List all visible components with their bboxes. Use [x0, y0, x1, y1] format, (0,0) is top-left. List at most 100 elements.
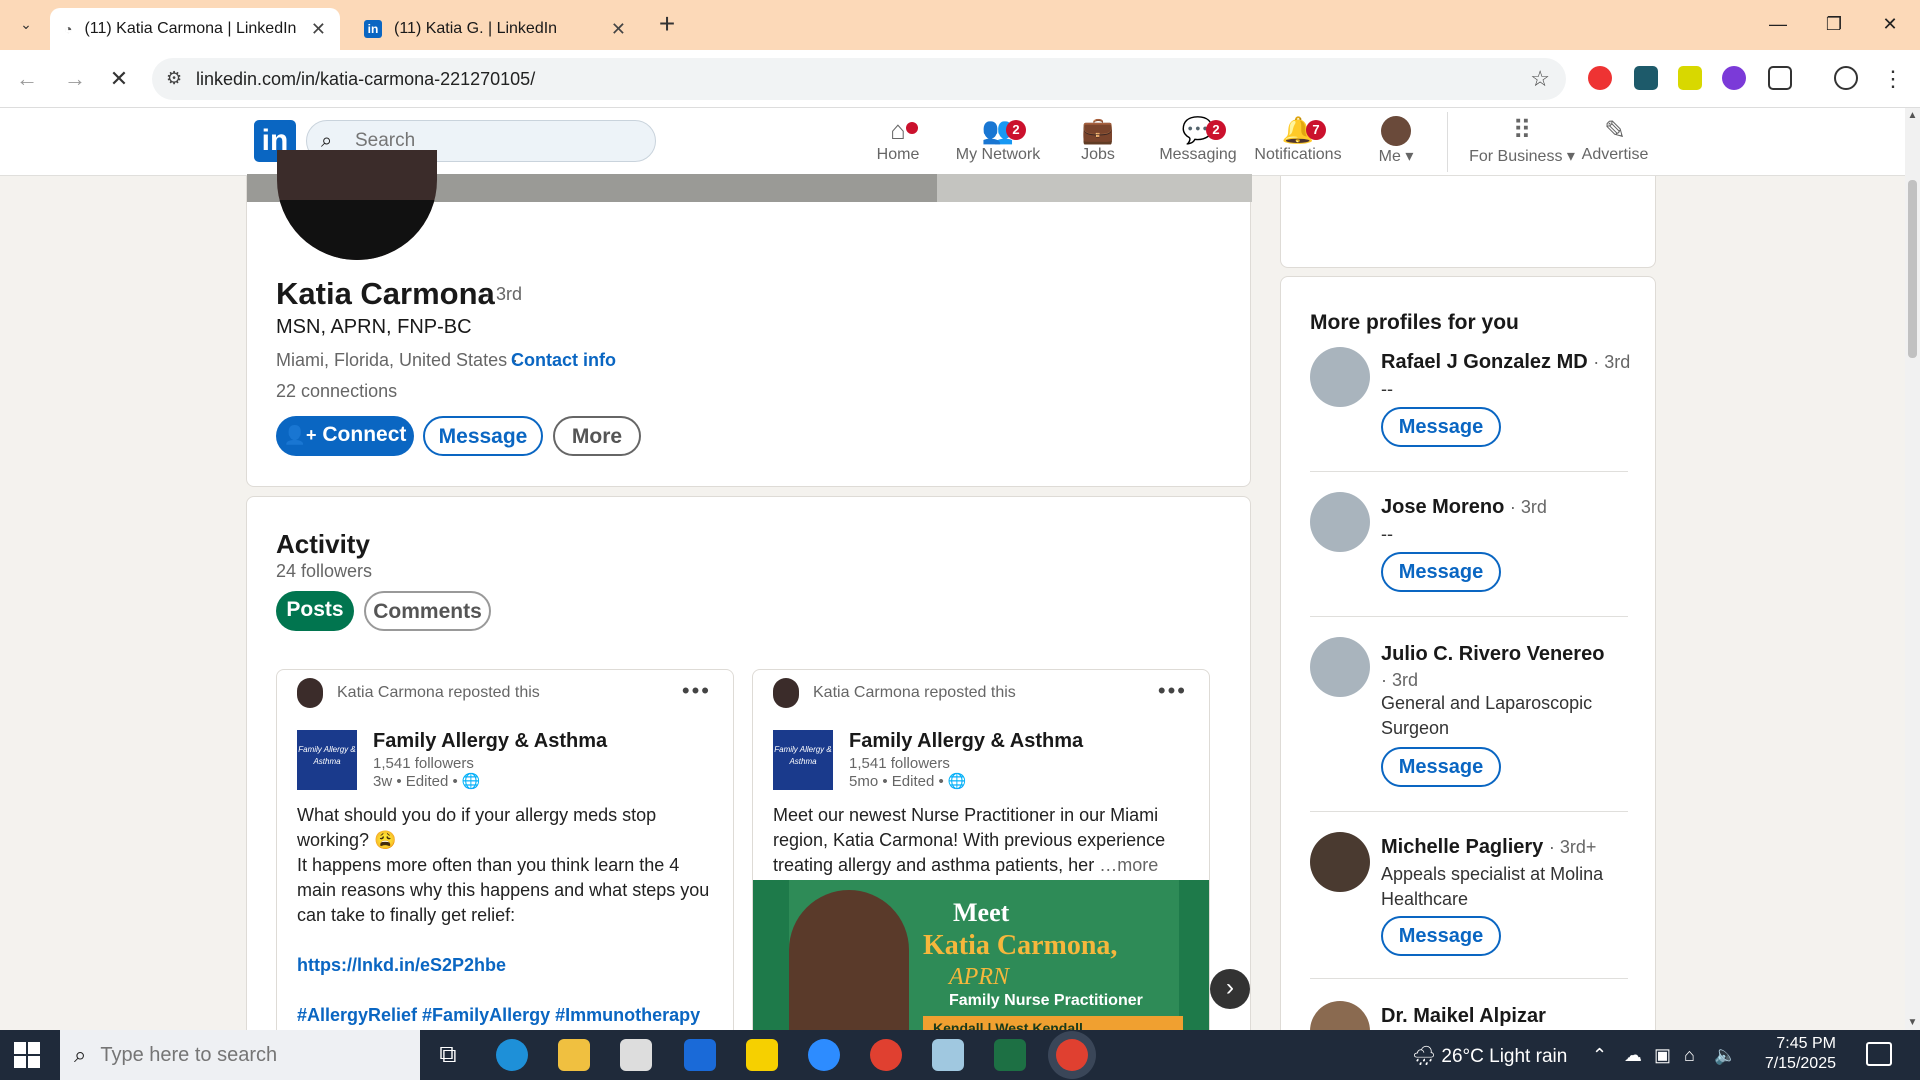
taskbar-clock[interactable]: 7:45 PM 7/15/2025 — [1740, 1034, 1836, 1074]
scrollbar-thumb[interactable] — [1908, 180, 1917, 358]
zoom-icon[interactable] — [808, 1039, 840, 1071]
pokeball-extension-icon[interactable] — [1588, 66, 1612, 90]
post-options-icon[interactable]: ••• — [1158, 678, 1187, 704]
windows-start-icon[interactable] — [14, 1042, 40, 1068]
store-icon[interactable] — [620, 1039, 652, 1071]
scroll-up-icon[interactable]: ▲ — [1905, 110, 1920, 121]
repost-label: Katia Carmona reposted this — [813, 684, 1016, 701]
message-button[interactable]: Message — [1381, 407, 1501, 447]
tab-comments[interactable]: Comments — [364, 591, 491, 631]
org-logo[interactable]: Family Allergy & Asthma — [773, 730, 833, 790]
chrome-icon[interactable] — [870, 1039, 902, 1071]
address-bar[interactable]: ⚙ linkedin.com/in/katia-carmona-22127010… — [152, 58, 1566, 100]
connect-button[interactable]: 👤+ Connect — [276, 416, 414, 456]
task-view-icon[interactable]: ⧉ — [432, 1039, 464, 1071]
nav-messaging[interactable]: 💬 2 Messaging — [1148, 114, 1248, 174]
minimize-icon[interactable]: — — [1756, 8, 1800, 40]
post-hashtags[interactable]: #AllergyRelief #FamilyAllergy #Immunothe… — [297, 1003, 717, 1028]
org-name[interactable]: Family Allergy & Asthma — [849, 730, 1083, 753]
file-explorer-icon[interactable] — [558, 1039, 590, 1071]
bookmark-star-icon[interactable]: ☆ — [1530, 66, 1550, 92]
avatar[interactable] — [1310, 637, 1370, 697]
profile-name[interactable]: Julio C. Rivero Venereo · 3rd — [1381, 641, 1641, 693]
edge-icon[interactable] — [496, 1039, 528, 1071]
search-input[interactable] — [355, 130, 635, 152]
taskbar-search-input[interactable] — [100, 1043, 381, 1067]
extension-icon[interactable] — [1678, 66, 1702, 90]
connections-count[interactable]: 22 connections — [276, 381, 397, 402]
menu-kebab-icon[interactable]: ⋮ — [1878, 64, 1908, 94]
more-button[interactable]: More — [553, 416, 641, 456]
taskbar-search[interactable]: ⌕ — [60, 1030, 420, 1080]
profile-icon[interactable] — [1834, 66, 1858, 90]
nav-jobs[interactable]: 💼 Jobs — [1048, 114, 1148, 174]
extensions-puzzle-icon[interactable] — [1768, 66, 1792, 90]
forward-arrow-icon[interactable]: → — [60, 64, 90, 94]
tab-katia-g[interactable]: in (11) Katia G. | LinkedIn ✕ — [350, 8, 640, 50]
excel-icon[interactable] — [994, 1039, 1026, 1071]
nav-me[interactable]: Me ▾ — [1346, 114, 1446, 174]
see-more-link[interactable]: …more — [1099, 855, 1158, 875]
tab-posts[interactable]: Posts — [276, 591, 354, 631]
message-button[interactable]: Message — [1381, 916, 1501, 956]
nav-notifications[interactable]: 🔔 7 Notifications — [1248, 114, 1348, 174]
post-meta: 3w • Edited • 🌐 — [373, 773, 481, 790]
close-tab-icon[interactable]: ✕ — [311, 19, 326, 40]
contact-info-link[interactable]: Contact info — [511, 350, 616, 371]
tray-chevron-icon[interactable]: ⌃ — [1592, 1045, 1607, 1066]
activity-post[interactable]: Katia Carmona reposted this ••• Family A… — [276, 669, 734, 1055]
carousel-next-chevron-icon[interactable]: › — [1210, 969, 1250, 1009]
back-arrow-icon[interactable]: ← — [12, 64, 42, 94]
sticky-notes-icon[interactable] — [746, 1039, 778, 1071]
org-followers: 1,541 followers — [849, 755, 950, 772]
profile-name[interactable]: Dr. Maikel Alpizar — [1381, 1005, 1641, 1028]
message-button[interactable]: Message — [1381, 552, 1501, 592]
extension-icon[interactable] — [1634, 66, 1658, 90]
profile-subtitle: Appeals specialist at Molina Healthcare — [1381, 864, 1604, 909]
avatar[interactable] — [1310, 492, 1370, 552]
tray-app-icon[interactable]: ⌂ — [1684, 1045, 1695, 1066]
nav-badge: 7 — [1306, 120, 1326, 140]
site-settings-icon[interactable]: ⚙ — [166, 68, 182, 89]
nav-for-business[interactable]: ⠿ For Business ▾ — [1462, 114, 1582, 174]
message-button[interactable]: Message — [1381, 747, 1501, 787]
new-tab-plus-icon[interactable]: + — [652, 10, 682, 40]
profile-headline: MSN, APRN, FNP-BC — [276, 316, 472, 338]
page-scrollbar[interactable]: ▲ ▼ — [1905, 108, 1920, 1030]
org-logo[interactable]: Family Allergy & Asthma — [297, 730, 357, 790]
restore-icon[interactable]: ❐ — [1812, 8, 1856, 40]
close-tab-icon[interactable]: ✕ — [611, 19, 626, 40]
profile-location: Miami, Florida, United States · — [276, 350, 519, 370]
name-text: Julio C. Rivero Venereo — [1381, 643, 1605, 665]
profile-name[interactable]: Jose Moreno · 3rd — [1381, 496, 1641, 519]
tab-katia-carmona[interactable]: ◔ (11) Katia Carmona | LinkedIn ✕ — [50, 8, 340, 50]
org-name[interactable]: Family Allergy & Asthma — [373, 730, 607, 753]
degree-text: · 3rd — [1593, 352, 1631, 372]
tab-search-chevron-icon[interactable]: ⌄ — [14, 12, 38, 36]
mail-icon[interactable] — [684, 1039, 716, 1071]
nav-my-network[interactable]: 👥 2 My Network — [948, 114, 1048, 174]
nav-advertise[interactable]: ✎ Advertise — [1565, 114, 1665, 174]
nav-home[interactable]: ⌂ Home — [848, 114, 948, 174]
close-window-icon[interactable]: ✕ — [1868, 8, 1912, 40]
extension-icon[interactable] — [1722, 66, 1746, 90]
scroll-down-icon[interactable]: ▼ — [1905, 1017, 1920, 1028]
onedrive-icon[interactable]: ☁ — [1624, 1045, 1642, 1066]
avatar[interactable] — [1310, 347, 1370, 407]
message-button[interactable]: Message — [423, 416, 543, 456]
divider — [1310, 978, 1628, 979]
tray-app-icon[interactable]: ▣ — [1654, 1045, 1671, 1066]
profile-photo[interactable] — [277, 150, 437, 260]
stop-loading-icon[interactable]: ✕ — [104, 64, 134, 94]
profile-name[interactable]: Michelle Pagliery · 3rd+ — [1381, 836, 1641, 859]
post-link[interactable]: https://lnkd.in/eS2P2hbe — [297, 953, 717, 978]
avatar[interactable] — [1310, 832, 1370, 892]
volume-icon[interactable]: 🔈 — [1714, 1045, 1736, 1066]
weather-widget[interactable]: 🌧 26°C Light rain — [1412, 1044, 1567, 1068]
profile-name[interactable]: Rafael J Gonzalez MD · 3rd — [1381, 351, 1641, 374]
post-options-icon[interactable]: ••• — [682, 678, 711, 704]
activity-post[interactable]: Katia Carmona reposted this ••• Family A… — [752, 669, 1210, 1055]
notification-center-icon[interactable] — [1866, 1042, 1892, 1066]
chrome-active-icon[interactable] — [1056, 1039, 1088, 1071]
notepad-icon[interactable] — [932, 1039, 964, 1071]
